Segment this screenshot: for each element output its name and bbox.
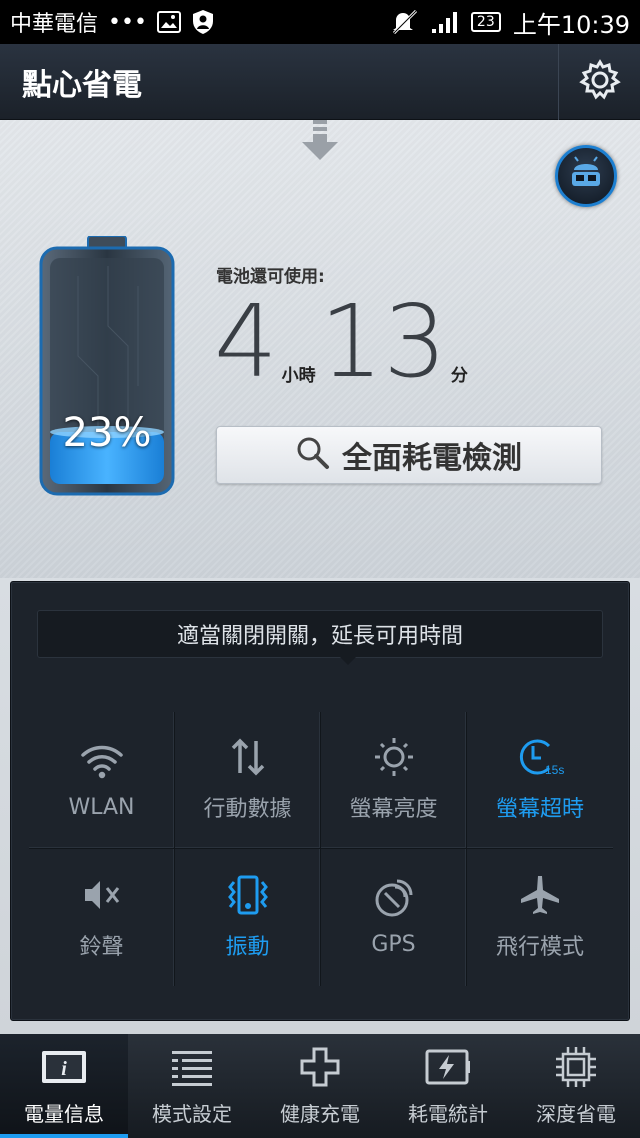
remaining-time: 4 小時 13 分 xyxy=(214,292,472,392)
toggle-grid: WLAN 行動數據 螢幕亮度 15s 螢幕超時 鈴聲 振動 GPS 飛行模式 xyxy=(29,712,613,986)
toggle-vibrate[interactable]: 振動 xyxy=(175,849,321,986)
toggle-label: 飛行模式 xyxy=(495,934,584,960)
battery-gauge xyxy=(38,235,176,498)
nav-item-mode-settings[interactable]: 模式設定 xyxy=(128,1034,256,1138)
minutes-unit: 分 xyxy=(450,366,468,386)
toggle-panel: 適當關閉開關，延長可用時間 WLAN 行動數據 螢幕亮度 15s 螢幕超時 鈴聲… xyxy=(10,581,630,1021)
shield-user-icon xyxy=(191,9,215,35)
pull-down-arrow-icon[interactable] xyxy=(300,120,340,162)
timeout-badge: 15s xyxy=(545,763,564,777)
battery-percent: 23% xyxy=(62,410,152,456)
nav-label: 健康充電 xyxy=(280,1101,360,1126)
toggle-screen-timeout[interactable]: 15s 螢幕超時 xyxy=(467,712,613,849)
nav-label: 深度省電 xyxy=(536,1101,616,1126)
ringer-icon xyxy=(82,875,122,915)
info-icon: i xyxy=(40,1046,88,1088)
search-icon xyxy=(296,436,330,474)
clock: 上午10:39 xyxy=(512,10,630,39)
toggle-label: 螢幕亮度 xyxy=(349,797,438,822)
status-bar: 中華電信 ••• 23 上午10:39 xyxy=(0,0,640,44)
robot-assistant-button[interactable] xyxy=(555,145,617,207)
remaining-minutes: 13 xyxy=(319,283,447,400)
image-notification-icon xyxy=(156,11,181,33)
screen-timeout-icon: 15s xyxy=(515,737,565,777)
gear-icon xyxy=(578,58,621,105)
toggle-wlan[interactable]: WLAN xyxy=(29,712,175,849)
mobile-data-icon xyxy=(230,737,266,777)
signal-icon xyxy=(431,10,459,34)
toggle-label: 振動 xyxy=(225,934,270,960)
nav-label: 模式設定 xyxy=(152,1101,232,1126)
robot-icon xyxy=(566,156,606,196)
toggle-brightness[interactable]: 螢幕亮度 xyxy=(321,712,467,849)
toggle-mobile-data[interactable]: 行動數據 xyxy=(175,712,321,849)
carrier-label: 中華電信 xyxy=(10,12,99,37)
more-notifications-indicator: ••• xyxy=(108,9,147,35)
nav-item-power-info[interactable]: i 電量信息 xyxy=(0,1034,128,1138)
airplane-icon xyxy=(519,875,561,915)
wifi-icon xyxy=(80,741,124,781)
vibrate-icon xyxy=(226,875,270,915)
toggle-label: WLAN xyxy=(68,794,135,820)
toggle-label: 螢幕超時 xyxy=(495,797,584,822)
brightness-icon xyxy=(373,737,415,777)
hours-unit: 小時 xyxy=(281,366,316,386)
gps-icon xyxy=(373,878,415,918)
app-title: 點心省電 xyxy=(22,67,142,103)
list-icon xyxy=(170,1046,214,1088)
toggle-label: 行動數據 xyxy=(203,797,292,822)
nav-item-healthy-charging[interactable]: 健康充電 xyxy=(256,1034,384,1138)
mute-icon xyxy=(391,10,419,34)
calendar-icon: 23 xyxy=(470,12,501,32)
app-bar: 點心省電 xyxy=(0,43,640,120)
toggle-ringer[interactable]: 鈴聲 xyxy=(29,849,175,986)
toggle-panel-wrapper: 適當關閉開關，延長可用時間 WLAN 行動數據 螢幕亮度 15s 螢幕超時 鈴聲… xyxy=(0,578,640,1034)
toggle-label: GPS xyxy=(371,932,416,957)
toggle-gps[interactable]: GPS xyxy=(321,849,467,986)
chip-icon xyxy=(554,1046,598,1088)
full-scan-button[interactable]: 全面耗電檢測 xyxy=(216,426,602,484)
bottom-navigation: i 電量信息 模式設定 健康充電 耗電統計 深度省電 xyxy=(0,1034,640,1138)
remaining-hours: 4 xyxy=(214,283,278,400)
nav-item-power-stats[interactable]: 耗電統計 xyxy=(384,1034,512,1138)
settings-button[interactable] xyxy=(558,43,640,120)
tip-banner: 適當關閉開關，延長可用時間 xyxy=(37,610,603,665)
nav-label: 耗電統計 xyxy=(408,1101,488,1126)
nav-item-deep-saving[interactable]: 深度省電 xyxy=(512,1034,640,1138)
plus-icon xyxy=(299,1046,341,1088)
nav-label: 電量信息 xyxy=(24,1101,104,1126)
toggle-label: 鈴聲 xyxy=(79,934,124,960)
svg-text:i: i xyxy=(61,1058,67,1080)
battery-charge-icon xyxy=(425,1046,471,1088)
full-scan-label: 全面耗電檢測 xyxy=(342,441,522,476)
toggle-airplane[interactable]: 飛行模式 xyxy=(467,849,613,986)
